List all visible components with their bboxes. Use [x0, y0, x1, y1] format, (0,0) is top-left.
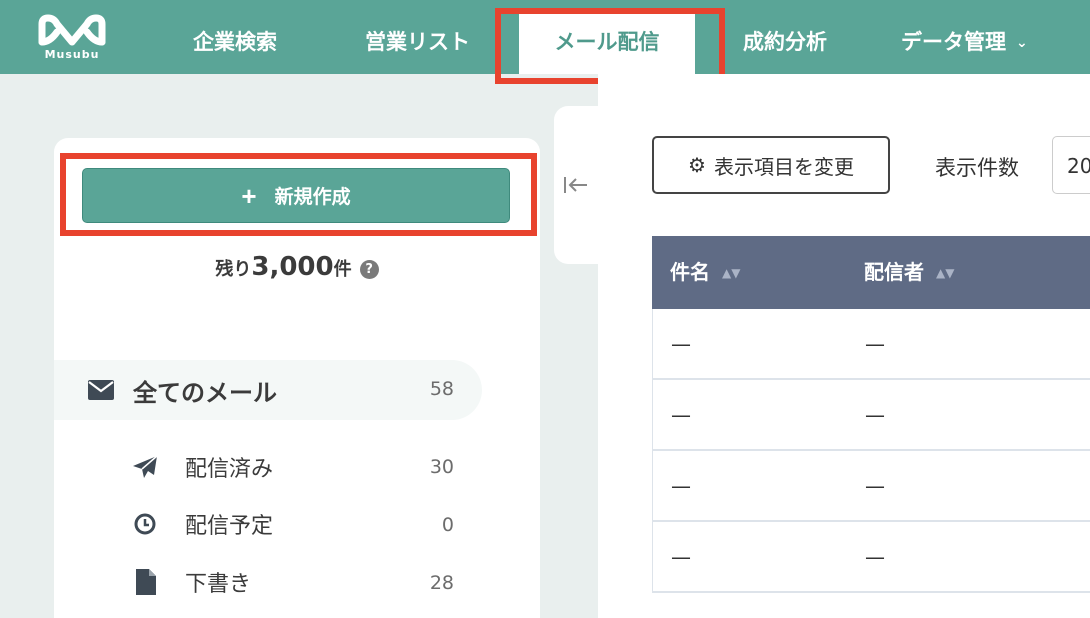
sort-icon: ▲▼: [936, 266, 955, 280]
remaining-suffix: 件: [333, 259, 352, 280]
nav-sales-list[interactable]: 営業リスト: [365, 0, 470, 74]
table-cell-sender: —: [865, 474, 885, 498]
sidebar-item-all-mail-label: 全てのメール: [133, 378, 277, 407]
table-cell-subject: —: [671, 332, 691, 356]
column-header-subject[interactable]: 件名 ▲▼: [670, 236, 740, 310]
sort-icon: ▲▼: [722, 266, 741, 280]
nav-data-management-label: データ管理: [901, 30, 1006, 54]
sidebar-item-all-mail-count: 58: [429, 378, 454, 400]
table-cell-sender: —: [865, 332, 885, 356]
clock-icon: [134, 513, 156, 535]
table-row[interactable]: — —: [652, 380, 1090, 451]
logo-mark-icon: [38, 14, 106, 46]
sidebar-item-scheduled-count: 0: [441, 514, 454, 536]
change-columns-label: 表示項目を変更: [713, 156, 854, 179]
nav-mail-delivery[interactable]: メール配信: [519, 8, 695, 74]
sidebar-item-all-mail-row: 全てのメール: [88, 374, 277, 407]
new-create-button[interactable]: + 新規作成: [82, 168, 510, 223]
remaining-prefix: 残り: [215, 259, 252, 280]
remaining-value: 3,000: [251, 252, 334, 282]
nav-company-search[interactable]: 企業検索: [193, 0, 277, 74]
paper-plane-icon: [133, 455, 158, 478]
table-cell-sender: —: [865, 403, 885, 427]
chevron-down-icon: ⌄: [1016, 35, 1028, 51]
help-icon[interactable]: ?: [359, 260, 379, 279]
sidebar-item-drafts-count: 28: [429, 572, 454, 594]
gear-icon: ⚙: [688, 154, 706, 177]
document-icon: [136, 569, 156, 595]
plus-icon: +: [241, 180, 257, 211]
logo-text: Musubu: [44, 48, 100, 61]
table-cell-sender: —: [865, 545, 885, 569]
change-columns-button[interactable]: ⚙ 表示項目を変更: [652, 136, 890, 194]
display-count-select[interactable]: 20: [1052, 136, 1090, 194]
column-header-sender-label: 配信者: [864, 260, 924, 284]
sidebar-item-sent-count: 30: [429, 456, 454, 478]
table-row[interactable]: — —: [652, 451, 1090, 522]
table-cell-subject: —: [671, 474, 691, 498]
collapse-sidebar-button[interactable]: [554, 106, 598, 264]
table-row[interactable]: — —: [652, 309, 1090, 380]
sidebar-item-scheduled-label: 配信予定: [185, 514, 274, 539]
remaining-quota: 残り3,000件?: [54, 252, 540, 282]
envelope-icon: [88, 380, 114, 400]
mail-table: 件名 ▲▼ 配信者 ▲▼ — — — — — — — —: [652, 236, 1090, 593]
table-cell-subject: —: [671, 403, 691, 427]
sidebar-item-sent-label: 配信済み: [185, 457, 274, 482]
column-header-sender[interactable]: 配信者 ▲▼: [864, 236, 954, 310]
table-cell-subject: —: [671, 545, 691, 569]
display-count-label: 表示件数: [935, 156, 1019, 180]
collapse-left-icon: [564, 177, 587, 193]
column-header-subject-label: 件名: [670, 260, 710, 284]
table-row[interactable]: — —: [652, 522, 1090, 593]
top-navigation: Musubu 企業検索 営業リスト メール配信 成約分析 データ管理 ⌄: [0, 0, 1090, 74]
nav-deal-analysis[interactable]: 成約分析: [743, 0, 827, 74]
table-header: 件名 ▲▼ 配信者 ▲▼: [652, 236, 1090, 309]
new-create-label: 新規作成: [274, 187, 351, 208]
musubu-logo[interactable]: Musubu: [36, 12, 108, 64]
sidebar-item-drafts-label: 下書き: [185, 572, 252, 597]
nav-data-management[interactable]: データ管理 ⌄: [901, 0, 1028, 74]
